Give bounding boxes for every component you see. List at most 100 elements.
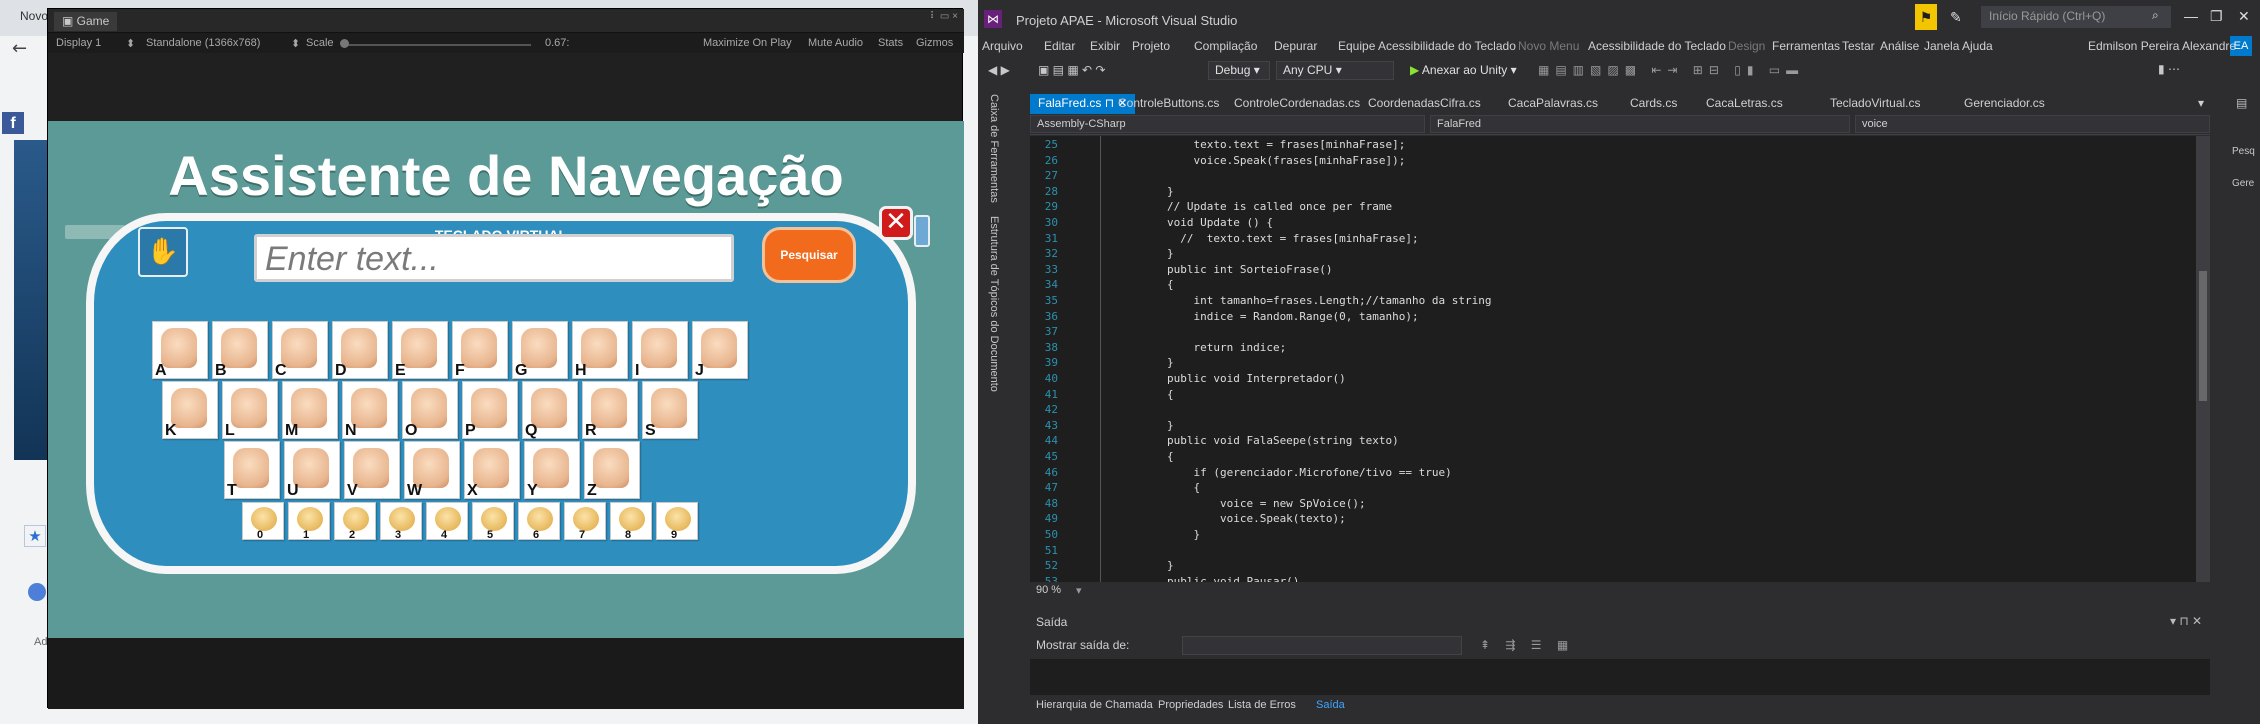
- document-tab[interactable]: CoordenadasCifra.cs: [1360, 94, 1489, 114]
- sign-key[interactable]: A: [152, 321, 208, 379]
- browser-tab[interactable]: Novo: [20, 9, 48, 23]
- save-icons[interactable]: ▣ ▤ ▦ ↶ ↷: [1038, 63, 1105, 77]
- code-line[interactable]: }: [1114, 559, 1174, 572]
- menu-item[interactable]: Projeto: [1132, 39, 1170, 53]
- sign-key[interactable]: Z: [584, 441, 640, 499]
- bottom-tab[interactable]: Lista de Erros: [1228, 699, 1296, 711]
- sign-key[interactable]: Q: [522, 381, 578, 439]
- sign-key[interactable]: 9: [656, 502, 698, 541]
- attach-to-unity-button[interactable]: ▶ Anexar ao Unity ▾: [1410, 63, 1517, 77]
- output-source-dropdown[interactable]: [1182, 636, 1462, 655]
- menu-item[interactable]: Ferramentas: [1772, 39, 1840, 53]
- dock-icon[interactable]: ▤: [2236, 96, 2247, 110]
- stats-toggle[interactable]: Stats: [878, 37, 903, 49]
- sign-key[interactable]: 5: [472, 502, 514, 541]
- zoom-dropdown-icon[interactable]: ▾: [1076, 584, 1082, 597]
- gizmos-dropdown[interactable]: Gizmos: [916, 37, 953, 49]
- menu-item[interactable]: Arquivo: [982, 39, 1023, 53]
- sign-key[interactable]: U: [284, 441, 340, 499]
- sign-key[interactable]: F: [452, 321, 508, 379]
- sign-key[interactable]: 7: [564, 502, 606, 541]
- code-line[interactable]: {: [1114, 388, 1174, 401]
- document-tab[interactable]: Gerenciador.cs: [1956, 94, 2053, 114]
- minimize-icon[interactable]: —: [2184, 8, 2198, 24]
- code-line[interactable]: int tamanho=frases.Length;//tamanho da s…: [1114, 294, 1491, 307]
- toolbox-tab[interactable]: Caixa de Ferramentas: [988, 94, 1000, 203]
- scale-slider-knob[interactable]: [340, 39, 349, 48]
- sign-key[interactable]: E: [392, 321, 448, 379]
- document-tab[interactable]: Cards.cs: [1622, 94, 1685, 114]
- menu-item[interactable]: Ajuda: [1962, 39, 1993, 53]
- editor-scrollbar[interactable]: [2196, 136, 2210, 582]
- right-dock-item[interactable]: Pesq: [2232, 146, 2255, 157]
- sign-key[interactable]: 2: [334, 502, 376, 541]
- menu-item[interactable]: Design: [1728, 39, 1765, 53]
- maximize-on-play-toggle[interactable]: Maximize On Play: [703, 37, 792, 49]
- quick-launch-input[interactable]: Início Rápido (Ctrl+Q): [1981, 6, 2171, 28]
- code-line[interactable]: }: [1114, 419, 1174, 432]
- sign-key[interactable]: N: [342, 381, 398, 439]
- scale-slider[interactable]: [341, 44, 531, 46]
- bottom-tab[interactable]: Saída: [1316, 699, 1345, 711]
- document-tab[interactable]: CacaPalavras.cs: [1500, 94, 1606, 114]
- code-line[interactable]: texto.text = frases[minhaFrase];: [1114, 138, 1405, 151]
- code-line[interactable]: void Update () {: [1114, 216, 1273, 229]
- member-dropdown[interactable]: voice: [1855, 115, 2210, 133]
- sign-key[interactable]: W: [404, 441, 460, 499]
- star-icon[interactable]: ★: [24, 525, 46, 547]
- sign-key[interactable]: I: [632, 321, 688, 379]
- close-icon[interactable]: ✕: [879, 206, 913, 240]
- window-menu-icon[interactable]: ⠇ ▭ ×: [930, 11, 958, 22]
- document-tab[interactable]: ControleButtons.cs: [1110, 94, 1227, 114]
- code-line[interactable]: // Update is called once per frame: [1114, 200, 1392, 213]
- platform-dropdown[interactable]: Any CPU ▾: [1276, 61, 1394, 80]
- code-line[interactable]: public void Interpretador(): [1114, 372, 1346, 385]
- document-outline-tab[interactable]: Estrutura de Tópicos do Documento: [988, 216, 1000, 392]
- menu-item[interactable]: Testar: [1842, 39, 1875, 53]
- code-line[interactable]: }: [1114, 356, 1174, 369]
- right-dock-item[interactable]: Gere: [2232, 178, 2254, 189]
- tab-overflow-icon[interactable]: ▾: [2190, 94, 2212, 114]
- feedback-icon[interactable]: ✎: [1950, 9, 1962, 26]
- configuration-dropdown[interactable]: Debug ▾: [1208, 61, 1270, 80]
- output-tools-icons[interactable]: ⇞ ⇶ ☰ ▦: [1480, 638, 1574, 652]
- document-tab[interactable]: CacaLetras.cs: [1698, 94, 1791, 114]
- bottom-tab[interactable]: Hierarquia de Chamada: [1036, 699, 1153, 711]
- menu-item[interactable]: Acessibilidade do Teclado: [1378, 39, 1516, 53]
- document-tab[interactable]: ControleCordenadas.cs: [1226, 94, 1368, 114]
- sign-key[interactable]: 8: [610, 502, 652, 541]
- sign-key[interactable]: 6: [518, 502, 560, 541]
- bottom-tab[interactable]: Propriedades: [1158, 699, 1223, 711]
- search-input[interactable]: Enter text...: [254, 234, 734, 282]
- code-line[interactable]: {: [1114, 481, 1200, 494]
- display-dropdown[interactable]: Display 1: [56, 37, 101, 49]
- resolution-dropdown[interactable]: Standalone (1366x768): [146, 37, 260, 49]
- sign-key[interactable]: P: [462, 381, 518, 439]
- sign-key[interactable]: Y: [524, 441, 580, 499]
- menu-item[interactable]: Compilação: [1194, 39, 1257, 53]
- search-icon[interactable]: ⌕: [2152, 8, 2159, 23]
- code-line[interactable]: public void FalaSeepe(string texto): [1114, 434, 1399, 447]
- sign-key[interactable]: G: [512, 321, 568, 379]
- menu-item[interactable]: Janela: [1924, 39, 1959, 53]
- user-name[interactable]: Edmilson Pereira Alexandre: [2088, 39, 2236, 53]
- code-line[interactable]: public int SorteioFrase(): [1114, 263, 1333, 276]
- output-text-area[interactable]: [1030, 659, 2210, 695]
- code-editor[interactable]: 25 texto.text = frases[minhaFrase]; 26 vo…: [1030, 136, 2196, 588]
- code-line[interactable]: voice.Speak(frases[minhaFrase]);: [1114, 154, 1405, 167]
- sign-language-icon[interactable]: ✋: [138, 227, 188, 277]
- menu-item[interactable]: Novo Menu: [1518, 39, 1579, 53]
- sign-key[interactable]: B: [212, 321, 268, 379]
- notification-flag-icon[interactable]: ⚑: [1915, 4, 1937, 30]
- code-line[interactable]: voice.Speak(texto);: [1114, 512, 1346, 525]
- circle-icon[interactable]: [28, 583, 46, 601]
- code-line[interactable]: indice = Random.Range(0, tamanho);: [1114, 310, 1418, 323]
- sign-key[interactable]: 1: [288, 502, 330, 541]
- bookmark-icon[interactable]: ▮ ⋯: [2158, 62, 2180, 76]
- sign-key[interactable]: V: [344, 441, 400, 499]
- sign-key[interactable]: X: [464, 441, 520, 499]
- code-line[interactable]: }: [1114, 185, 1174, 198]
- code-line[interactable]: voice = new SpVoice();: [1114, 497, 1366, 510]
- code-line[interactable]: }: [1114, 528, 1200, 541]
- panel-controls-icon[interactable]: ▾ ⊓ ✕: [2170, 614, 2202, 628]
